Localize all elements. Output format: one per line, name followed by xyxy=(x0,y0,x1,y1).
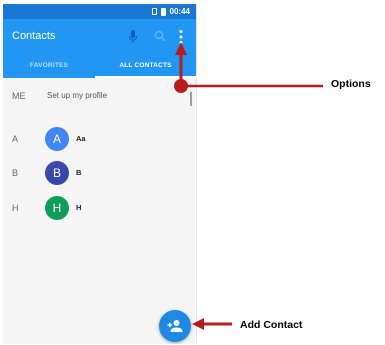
contact-row-h[interactable]: H H H xyxy=(3,195,196,221)
add-contact-callout-arrow xyxy=(192,318,232,330)
tab-bar: FAVORITES ALL CONTACTS xyxy=(3,54,196,78)
phone-screen: 00:44 Contacts FAVORITES ALL CONTACTS ME… xyxy=(3,4,197,344)
app-title: Contacts xyxy=(12,30,56,42)
section-letter: H xyxy=(12,203,19,213)
contact-name: B xyxy=(76,168,82,177)
add-contact-button[interactable] xyxy=(159,310,191,342)
me-section-label: ME xyxy=(12,91,26,101)
tab-all-contacts[interactable]: ALL CONTACTS xyxy=(95,54,196,78)
contact-list: ME Set up my profile A A Aa B B B H H H xyxy=(3,78,196,344)
add-contact-callout-label: Add Contact xyxy=(240,319,303,331)
screenshot-canvas: 00:44 Contacts FAVORITES ALL CONTACTS ME… xyxy=(0,0,385,345)
options-callout-label: Options xyxy=(331,78,371,90)
status-indicators: 00:44 xyxy=(151,7,190,16)
contact-row-b[interactable]: B B B xyxy=(3,160,196,186)
setup-profile-text: Set up my profile xyxy=(47,91,108,100)
battery-icon xyxy=(160,7,166,16)
avatar: A xyxy=(45,127,69,151)
contact-name: Aa xyxy=(76,134,86,143)
section-letter: A xyxy=(12,134,19,144)
sim-icon xyxy=(151,8,157,15)
avatar: H xyxy=(45,196,69,220)
me-profile-row[interactable]: ME Set up my profile xyxy=(3,88,196,108)
contact-name: H xyxy=(76,203,82,212)
more-options-icon[interactable] xyxy=(178,29,184,45)
microphone-icon[interactable] xyxy=(128,30,138,44)
avatar: B xyxy=(45,161,69,185)
status-bar: 00:44 xyxy=(3,4,196,19)
add-person-icon xyxy=(167,320,183,332)
app-bar: Contacts xyxy=(3,19,196,54)
search-icon[interactable] xyxy=(154,30,166,42)
contact-row-aa[interactable]: A A Aa xyxy=(3,126,196,152)
scrollbar-thumb[interactable] xyxy=(190,92,192,106)
section-letter: B xyxy=(12,168,19,178)
status-time: 00:44 xyxy=(169,7,190,16)
tab-favorites[interactable]: FAVORITES xyxy=(3,54,95,78)
